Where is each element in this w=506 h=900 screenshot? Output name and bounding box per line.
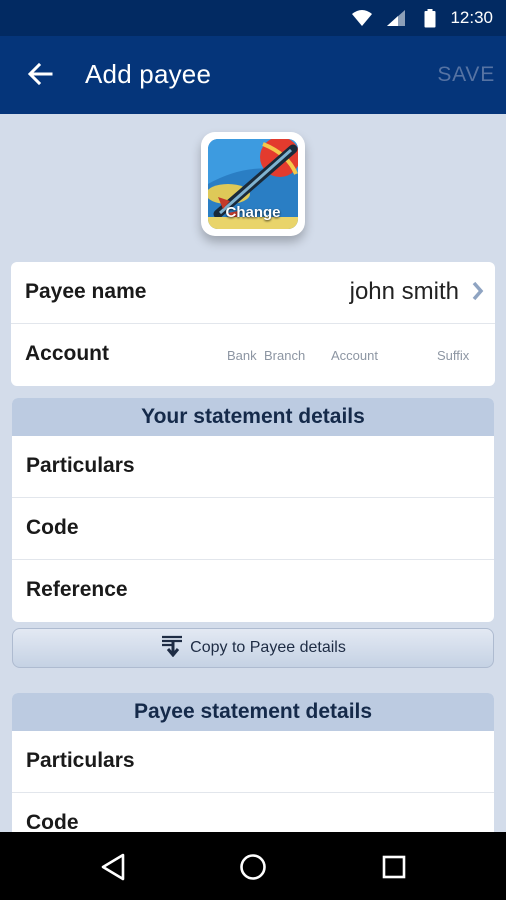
payee-statement-section: Payee statement details Particulars Code bbox=[12, 693, 494, 832]
payee-name-value: john smith bbox=[349, 278, 459, 305]
recents-square-icon[interactable] bbox=[377, 850, 411, 884]
payee-particulars-row[interactable]: Particulars bbox=[12, 731, 494, 793]
payee-card: Payee name john smith Account Bank Branc… bbox=[11, 262, 495, 386]
account-label: Account bbox=[25, 342, 109, 365]
status-time: 12:30 bbox=[450, 8, 493, 27]
your-statement-section: Your statement details Particulars Code … bbox=[12, 398, 494, 622]
page-title: Add payee bbox=[85, 59, 212, 89]
payee-code-label: Code bbox=[26, 811, 79, 832]
main-content: Change Payee name john smith Account Ban… bbox=[0, 114, 506, 832]
battery-icon bbox=[424, 9, 436, 33]
your-particulars-label: Particulars bbox=[26, 454, 135, 477]
payee-statement-header: Payee statement details bbox=[12, 693, 494, 731]
your-particulars-row[interactable]: Particulars bbox=[12, 436, 494, 498]
wifi-icon bbox=[351, 9, 373, 32]
copy-to-payee-label: Copy to Payee details bbox=[190, 639, 346, 656]
back-button[interactable] bbox=[20, 56, 60, 96]
bank-input[interactable]: Bank bbox=[227, 348, 257, 363]
navigation-bar bbox=[0, 832, 506, 900]
your-reference-row[interactable]: Reference bbox=[12, 560, 494, 622]
suffix-input[interactable]: Suffix bbox=[437, 348, 469, 363]
your-code-row[interactable]: Code bbox=[12, 498, 494, 560]
your-statement-header: Your statement details bbox=[12, 398, 494, 436]
your-code-label: Code bbox=[26, 516, 79, 539]
account-number-input[interactable]: Account bbox=[331, 348, 378, 363]
payee-name-row[interactable]: Payee name john smith bbox=[11, 262, 495, 324]
chevron-right-icon bbox=[472, 281, 484, 306]
status-bar: 12:30 bbox=[0, 0, 506, 36]
copy-to-payee-button[interactable]: Copy to Payee details bbox=[12, 628, 494, 668]
rocket-image: Change bbox=[208, 139, 298, 229]
payee-name-label: Payee name bbox=[25, 280, 147, 303]
copy-down-icon bbox=[160, 635, 184, 662]
back-triangle-icon[interactable] bbox=[96, 850, 130, 884]
arrow-back-icon bbox=[27, 62, 53, 91]
branch-input[interactable]: Branch bbox=[264, 348, 305, 363]
save-button[interactable]: SAVE bbox=[437, 63, 495, 87]
payee-particulars-label: Particulars bbox=[26, 749, 135, 772]
app-bar: Add payee SAVE bbox=[0, 36, 506, 114]
home-circle-icon[interactable] bbox=[236, 850, 270, 884]
your-reference-label: Reference bbox=[26, 578, 128, 601]
signal-icon bbox=[386, 9, 406, 32]
account-row: Account Bank Branch Account Suffix bbox=[11, 324, 495, 386]
payee-avatar[interactable]: Change bbox=[201, 132, 305, 236]
payee-code-row[interactable]: Code bbox=[12, 793, 494, 832]
change-photo-label: Change bbox=[225, 204, 281, 221]
